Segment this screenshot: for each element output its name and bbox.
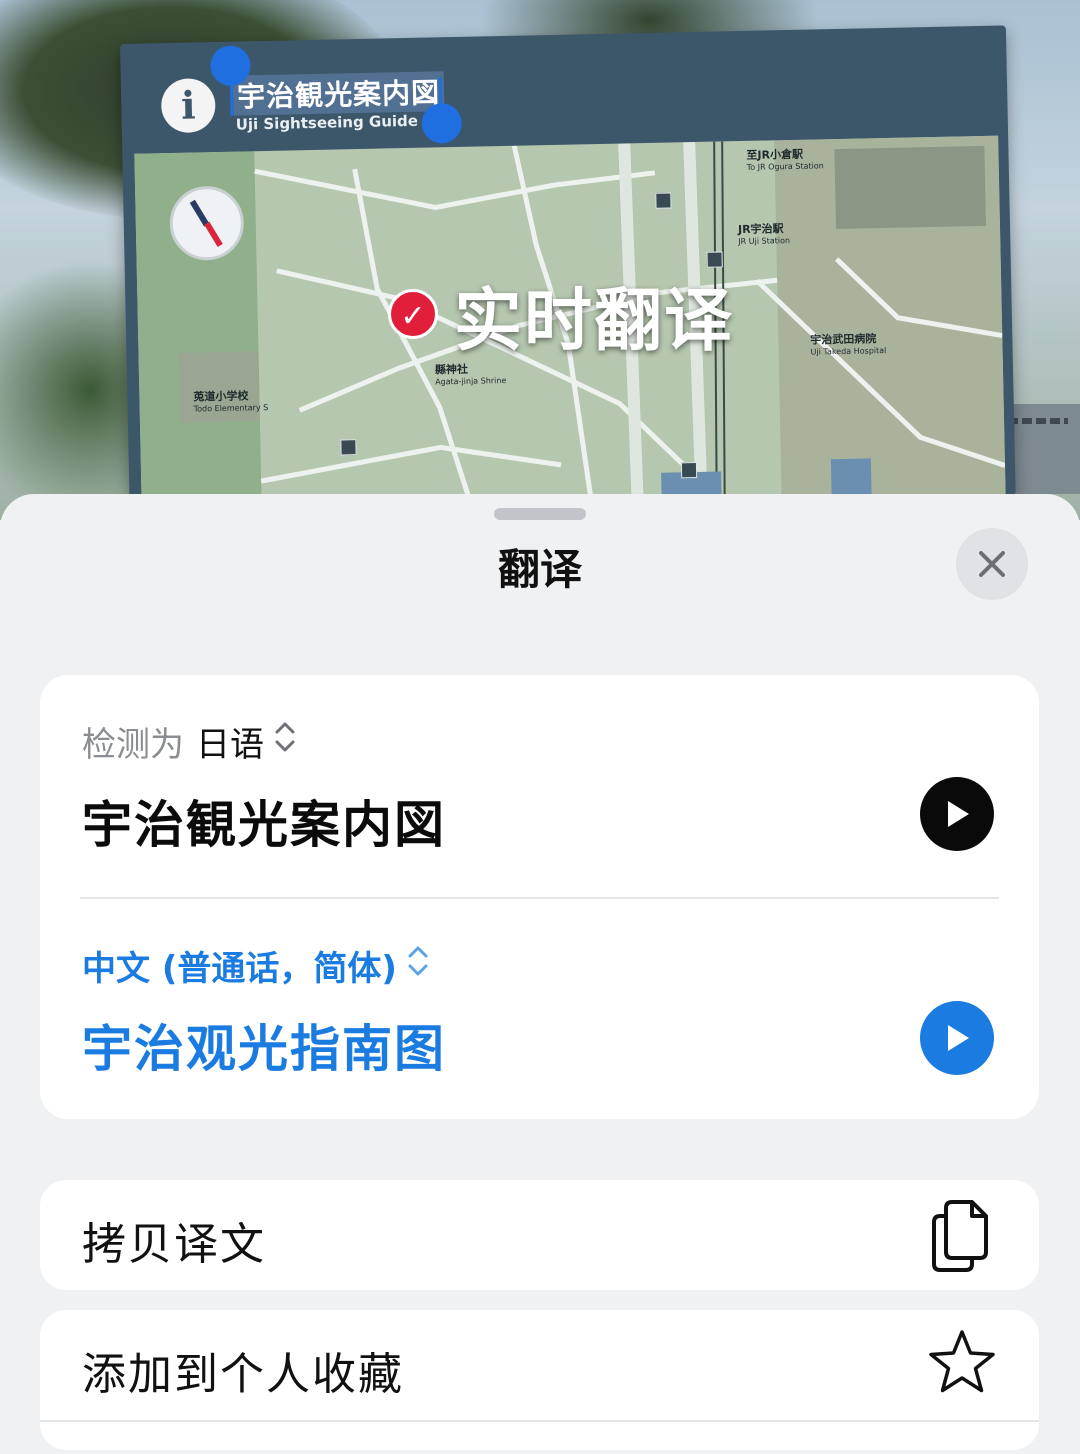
map-label-shrine: 縣神社 Agata-jinja Shrine <box>434 362 507 387</box>
post-icon <box>680 462 698 479</box>
target-language-selector[interactable]: 中文 (普通话，简体) <box>82 941 429 990</box>
source-language: 日语 <box>196 725 264 765</box>
copy-translation-button[interactable]: 拷贝译文 <box>40 1180 1039 1290</box>
live-translate-label: 实时翻译 <box>454 281 735 361</box>
parking-icon <box>655 192 672 209</box>
translation-card: 检测为 日语 宇治観光案内図 中文 (普通话，简体) 宇治观光指南图 <box>40 675 1039 1119</box>
sign-subtitle: Uji Sightseeing Guide M <box>235 111 439 134</box>
chevron-updown-icon <box>274 720 296 763</box>
target-language: 中文 (普通话，简体) <box>82 949 397 989</box>
sheet-title: 翻译 <box>497 545 582 594</box>
translate-sheet: 翻译 检测为 日语 宇治観光案内図 中文 (普通话，简体) 宇治观光指南图 拷贝… <box>0 494 1080 1454</box>
divider <box>80 897 999 899</box>
sign-title-selected[interactable]: 宇治観光案内図 <box>232 71 445 116</box>
play-source-button[interactable] <box>920 777 994 851</box>
info-icon: i <box>160 78 216 134</box>
copy-translation-label: 拷贝译文 <box>82 1219 266 1270</box>
play-icon <box>948 1025 969 1051</box>
copy-icon <box>932 1200 988 1272</box>
sign-header: i 宇治観光案内図 Uji Sightseeing Guide M <box>120 25 1008 144</box>
map-label-station: JR宇治駅 JR Uji Station <box>737 222 791 247</box>
source-language-selector[interactable]: 检测为 日语 <box>82 717 296 766</box>
play-icon <box>948 801 969 827</box>
divider <box>40 1420 1039 1422</box>
source-text: 宇治観光案内図 <box>82 796 446 854</box>
selection-handle-end[interactable] <box>421 102 463 144</box>
close-icon <box>979 551 1005 577</box>
detected-prefix: 检测为 <box>82 725 184 765</box>
parking-icon <box>340 439 357 456</box>
star-icon <box>929 1330 995 1393</box>
checkmark-icon: ✓ <box>388 289 438 339</box>
chevron-updown-icon <box>407 944 429 987</box>
play-translation-button[interactable] <box>920 1001 994 1075</box>
map-label-ogura: 至JR小倉駅 To JR Ogura Station <box>746 147 824 172</box>
live-translate-badge: ✓ 实时翻译 <box>388 272 734 361</box>
map-label-school: 莵道小学校 Todo Elementary S <box>193 389 269 414</box>
camera-view: i 宇治観光案内図 Uji Sightseeing Guide M JR宇治駅 … <box>0 0 1080 520</box>
map-label-hospital: 宇治武田病院 Uji Takeda Hospital <box>810 332 887 357</box>
sheet-grabber[interactable] <box>494 508 586 520</box>
close-button[interactable] <box>956 528 1028 600</box>
add-to-favorites-label: 添加到个人收藏 <box>82 1349 404 1400</box>
translated-text: 宇治观光指南图 <box>82 1020 446 1078</box>
add-to-favorites-button[interactable]: 添加到个人收藏 <box>40 1310 1039 1450</box>
